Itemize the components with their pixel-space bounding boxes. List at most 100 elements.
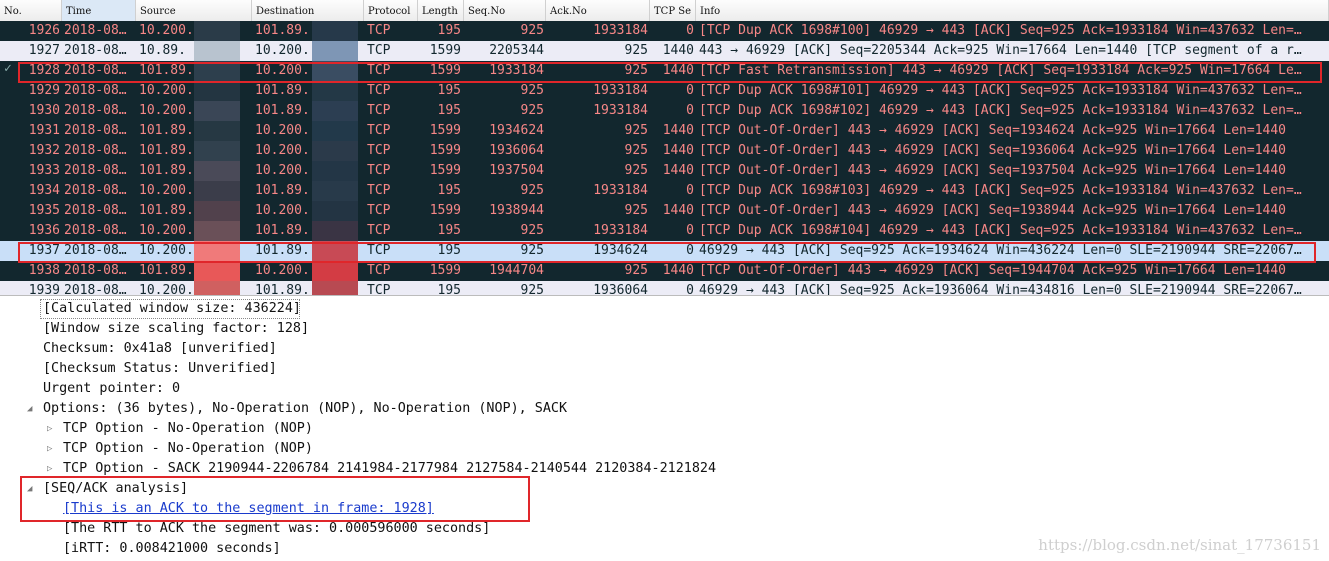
cell-source: 10.200. [139, 23, 194, 38]
column-header-seq-no[interactable]: Seq.No [464, 0, 546, 21]
cell-ack-no: 925 [624, 143, 648, 158]
cell-info: [TCP Dup ACK 1698#101] 46929 → 443 [ACK]… [699, 83, 1302, 98]
column-header-source[interactable]: Source [136, 0, 252, 21]
cell-source: 101.89. [139, 123, 194, 138]
column-header-length[interactable]: Length [418, 0, 464, 21]
cell-destination: 101.89. [255, 83, 310, 98]
cell-protocol: TCP [367, 163, 391, 178]
cell-protocol: TCP [367, 243, 391, 258]
cell-length: 195 [437, 183, 461, 198]
column-header-destination[interactable]: Destination [252, 0, 364, 21]
detail-focus-outline [40, 299, 300, 319]
cell-time: 2018-08… [64, 243, 127, 258]
cell-seq-no: 1937504 [489, 163, 544, 178]
tree-collapsed-icon[interactable]: ▷ [47, 439, 52, 459]
cell-time: 2018-08… [64, 123, 127, 138]
cell-tcp-se: 1440 [662, 163, 694, 178]
watermark: https://blog.csdn.net/sinat_17736151 [1038, 536, 1321, 554]
column-header-info[interactable]: Info [696, 0, 1329, 21]
cell-time: 2018-08… [64, 223, 127, 238]
packet-row[interactable]: 1928 2018-08… 101.89. 10.200. TCP 1599 1933184… [0, 61, 1329, 81]
cell-protocol: TCP [367, 63, 391, 78]
detail-options[interactable]: Options: (36 bytes), No-Operation (NOP),… [43, 399, 567, 419]
packet-row[interactable]: 1938 2018-08… 101.89. 10.200. TCP 1599 1944704… [0, 261, 1329, 281]
detail-option-sack[interactable]: TCP Option - SACK 2190944-2206784 214198… [63, 459, 716, 479]
column-header-protocol[interactable]: Protocol [364, 0, 418, 21]
cell-seq-no: 1944704 [489, 263, 544, 278]
cell-source: 10.200. [139, 103, 194, 118]
cell-time: 2018-08… [64, 23, 127, 38]
cell-seq-no: 2205344 [489, 43, 544, 58]
cell-no: 1934 [28, 183, 60, 198]
packet-row[interactable]: 1927 2018-08… 10.89. 10.200. TCP 1599 2205344 9… [0, 41, 1329, 61]
cell-tcp-se: 1440 [662, 203, 694, 218]
packet-details-pane: [Calculated window size: 436224] [Window … [0, 295, 1329, 561]
cell-protocol: TCP [367, 263, 391, 278]
cell-no: 1938 [28, 263, 60, 278]
detail-urgent-pointer: Urgent pointer: 0 [43, 381, 181, 396]
column-header-tcp-se[interactable]: TCP Se [650, 0, 696, 21]
detail-seq-ack-analysis[interactable]: [SEQ/ACK analysis] [43, 479, 188, 499]
cell-tcp-se: 0 [686, 83, 694, 98]
cell-ack-no: 925 [624, 123, 648, 138]
packet-row[interactable]: 1931 2018-08… 101.89. 10.200. TCP 1599 1934624… [0, 121, 1329, 141]
packet-row[interactable]: 1935 2018-08… 101.89. 10.200. TCP 1599 1938944… [0, 201, 1329, 221]
cell-destination: 10.200. [255, 143, 310, 158]
packet-row[interactable]: 1933 2018-08… 101.89. 10.200. TCP 1599 1937504… [0, 161, 1329, 181]
packet-row[interactable]: 1936 2018-08… 10.200. 101.89. TCP 195 925 19331… [0, 221, 1329, 241]
cell-length: 1599 [429, 143, 461, 158]
packet-row[interactable]: 1929 2018-08… 10.200. 101.89. TCP 195 925 19331… [0, 81, 1329, 101]
cell-length: 1599 [429, 163, 461, 178]
cell-info: [TCP Out-Of-Order] 443 → 46929 [ACK] Seq… [699, 143, 1286, 158]
cell-destination: 10.200. [255, 163, 310, 178]
cell-length: 195 [437, 283, 461, 295]
cell-ack-no: 1933184 [593, 83, 648, 98]
cell-destination: 10.200. [255, 63, 310, 78]
cell-tcp-se: 1440 [662, 43, 694, 58]
cell-info: [TCP Out-Of-Order] 443 → 46929 [ACK] Seq… [699, 163, 1286, 178]
cell-length: 195 [437, 103, 461, 118]
packet-row[interactable]: 1937 2018-08… 10.200. 101.89. TCP 195 925 19346… [0, 241, 1329, 261]
cell-info: 46929 → 443 [ACK] Seq=925 Ack=1936064 Wi… [699, 283, 1302, 295]
cell-protocol: TCP [367, 123, 391, 138]
cell-info: [TCP Dup ACK 1698#102] 46929 → 443 [ACK]… [699, 103, 1302, 118]
tree-collapsed-icon[interactable]: ▷ [47, 459, 52, 479]
detail-rtt: [The RTT to ACK the segment was: 0.00059… [63, 521, 491, 536]
packet-list-header: No. Time Source Destination Protocol Len… [0, 0, 1329, 22]
cell-ack-no: 1933184 [593, 23, 648, 38]
column-header-time[interactable]: Time [62, 0, 136, 21]
column-header-no[interactable]: No. [0, 0, 62, 21]
packet-row[interactable]: 1939 2018-08… 10.200. 101.89. TCP 195 925 19360… [0, 281, 1329, 295]
detail-option-nop-1[interactable]: TCP Option - No-Operation (NOP) [63, 419, 313, 439]
cell-tcp-se: 1440 [662, 263, 694, 278]
packet-row[interactable]: 1930 2018-08… 10.200. 101.89. TCP 195 925 19331… [0, 101, 1329, 121]
cell-info: [TCP Out-Of-Order] 443 → 46929 [ACK] Seq… [699, 203, 1286, 218]
cell-ack-no: 1933184 [593, 103, 648, 118]
packet-row[interactable]: 1932 2018-08… 101.89. 10.200. TCP 1599 1936064… [0, 141, 1329, 161]
cell-time: 2018-08… [64, 163, 127, 178]
cell-tcp-se: 0 [686, 243, 694, 258]
cell-protocol: TCP [367, 203, 391, 218]
packet-row[interactable]: 1934 2018-08… 10.200. 101.89. TCP 195 925 19331… [0, 181, 1329, 201]
detail-option-nop-2[interactable]: TCP Option - No-Operation (NOP) [63, 439, 313, 459]
cell-no: 1939 [28, 283, 60, 295]
tree-expanded-icon[interactable]: ◢ [27, 399, 32, 419]
cell-no: 1929 [28, 83, 60, 98]
packet-row[interactable]: 1926 2018-08… 10.200. 101.89. TCP 195 925 19331… [0, 21, 1329, 41]
cell-info: [TCP Fast Retransmission] 443 → 46929 [A… [699, 63, 1302, 78]
tree-expanded-icon[interactable]: ◢ [27, 479, 32, 499]
cell-info: [TCP Out-Of-Order] 443 → 46929 [ACK] Seq… [699, 263, 1286, 278]
cell-destination: 101.89. [255, 23, 310, 38]
tree-collapsed-icon[interactable]: ▷ [47, 419, 52, 439]
cell-ack-no: 1933184 [593, 223, 648, 238]
column-header-ack-no[interactable]: Ack.No [546, 0, 650, 21]
cell-time: 2018-08… [64, 43, 127, 58]
cell-seq-no: 1933184 [489, 63, 544, 78]
cell-length: 195 [437, 83, 461, 98]
cell-seq-no: 925 [520, 283, 544, 295]
cell-source: 101.89. [139, 143, 194, 158]
cell-no: 1933 [28, 163, 60, 178]
cell-protocol: TCP [367, 223, 391, 238]
cell-source: 101.89. [139, 63, 194, 78]
detail-ack-frame-link[interactable]: [This is an ACK to the segment in frame:… [63, 499, 434, 519]
